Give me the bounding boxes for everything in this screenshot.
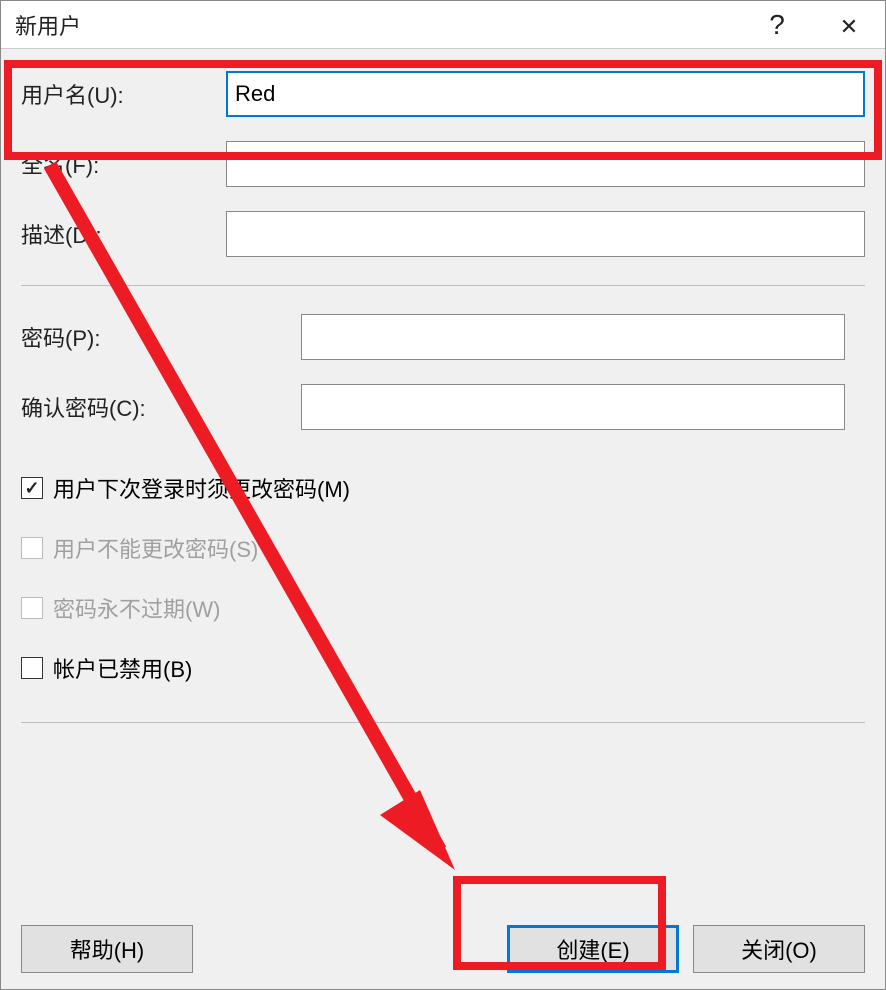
checkbox-icon — [21, 597, 43, 619]
dialog-content: 用户名(U): 全名(F): 描述(D): 密码(P): 确认密码(C): — [1, 49, 885, 989]
username-row: 用户名(U): — [21, 71, 865, 117]
titlebar-controls — [741, 1, 885, 49]
confirm-password-input[interactable] — [301, 384, 845, 430]
checkbox-icon — [21, 657, 43, 679]
password-row: 密码(P): — [21, 314, 865, 360]
account-disabled-label: 帐户已禁用(B) — [53, 652, 192, 684]
separator-2 — [21, 722, 865, 723]
confirm-password-label: 确认密码(C): — [21, 391, 301, 423]
cannot-change-password-label: 用户不能更改密码(S) — [53, 532, 258, 564]
password-label: 密码(P): — [21, 321, 301, 353]
button-row: 帮助(H) 创建(E) 关闭(O) — [21, 907, 865, 973]
help-icon — [769, 9, 785, 41]
password-never-expires-label: 密码永不过期(W) — [53, 592, 220, 624]
help-button[interactable] — [741, 1, 813, 49]
close-icon — [840, 10, 858, 41]
checkbox-icon — [21, 477, 43, 499]
confirm-password-row: 确认密码(C): — [21, 384, 865, 430]
must-change-password-label: 用户下次登录时须更改密码(M) — [53, 472, 350, 504]
close-window-button[interactable] — [813, 1, 885, 49]
fullname-row: 全名(F): — [21, 141, 865, 187]
username-input[interactable] — [226, 71, 865, 117]
separator-1 — [21, 285, 865, 286]
checkbox-icon — [21, 537, 43, 559]
description-label: 描述(D): — [21, 218, 226, 250]
description-input[interactable] — [226, 211, 865, 257]
close-button[interactable]: 关闭(O) — [693, 925, 865, 973]
fullname-label: 全名(F): — [21, 148, 226, 180]
username-label: 用户名(U): — [21, 78, 226, 110]
close-button-label: 关闭(O) — [741, 933, 817, 965]
fullname-input[interactable] — [226, 141, 865, 187]
must-change-password-checkbox[interactable]: 用户下次登录时须更改密码(M) — [21, 472, 865, 504]
password-never-expires-checkbox: 密码永不过期(W) — [21, 592, 865, 624]
account-disabled-checkbox[interactable]: 帐户已禁用(B) — [21, 652, 865, 684]
titlebar: 新用户 — [1, 1, 885, 49]
help-dialog-button[interactable]: 帮助(H) — [21, 925, 193, 973]
password-input[interactable] — [301, 314, 845, 360]
description-row: 描述(D): — [21, 211, 865, 257]
new-user-dialog: 新用户 用户名(U): 全名(F): 描述(D): — [0, 0, 886, 990]
create-button[interactable]: 创建(E) — [507, 925, 679, 973]
dialog-title: 新用户 — [15, 9, 81, 41]
help-button-label: 帮助(H) — [70, 933, 145, 965]
create-button-label: 创建(E) — [556, 933, 629, 965]
cannot-change-password-checkbox: 用户不能更改密码(S) — [21, 532, 865, 564]
